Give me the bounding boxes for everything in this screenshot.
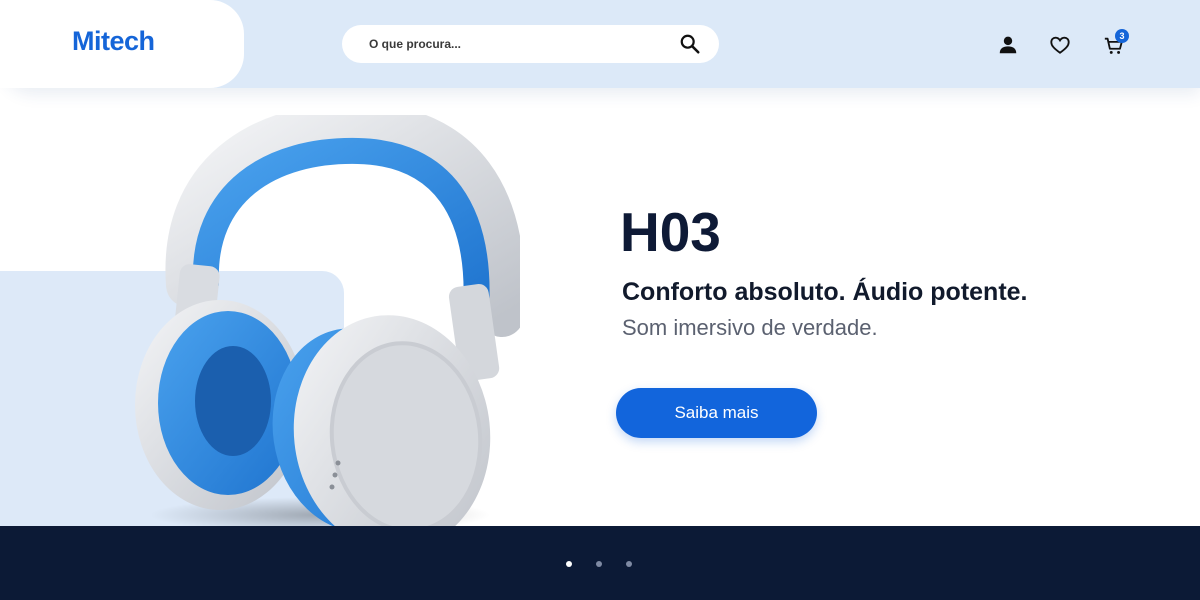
headphones-image [135, 115, 520, 540]
carousel-dot[interactable] [626, 561, 632, 567]
learn-more-button[interactable]: Saiba mais [616, 388, 817, 438]
heart-icon[interactable] [1046, 31, 1074, 59]
carousel-indicators [566, 561, 632, 567]
product-title: H03 [620, 201, 721, 263]
search-input[interactable] [369, 37, 649, 51]
hero-subtitle: Som imersivo de verdade. [622, 315, 878, 340]
search-bar [342, 25, 719, 63]
carousel-dot[interactable] [566, 561, 572, 567]
search-icon[interactable] [679, 33, 701, 55]
hero-tagline: Conforto absoluto. Áudio potente. [622, 278, 1028, 306]
logo[interactable]: Mitech [72, 26, 155, 57]
user-icon[interactable] [994, 31, 1022, 59]
cart-count-badge: 3 [1115, 29, 1129, 43]
carousel-dot[interactable] [596, 561, 602, 567]
